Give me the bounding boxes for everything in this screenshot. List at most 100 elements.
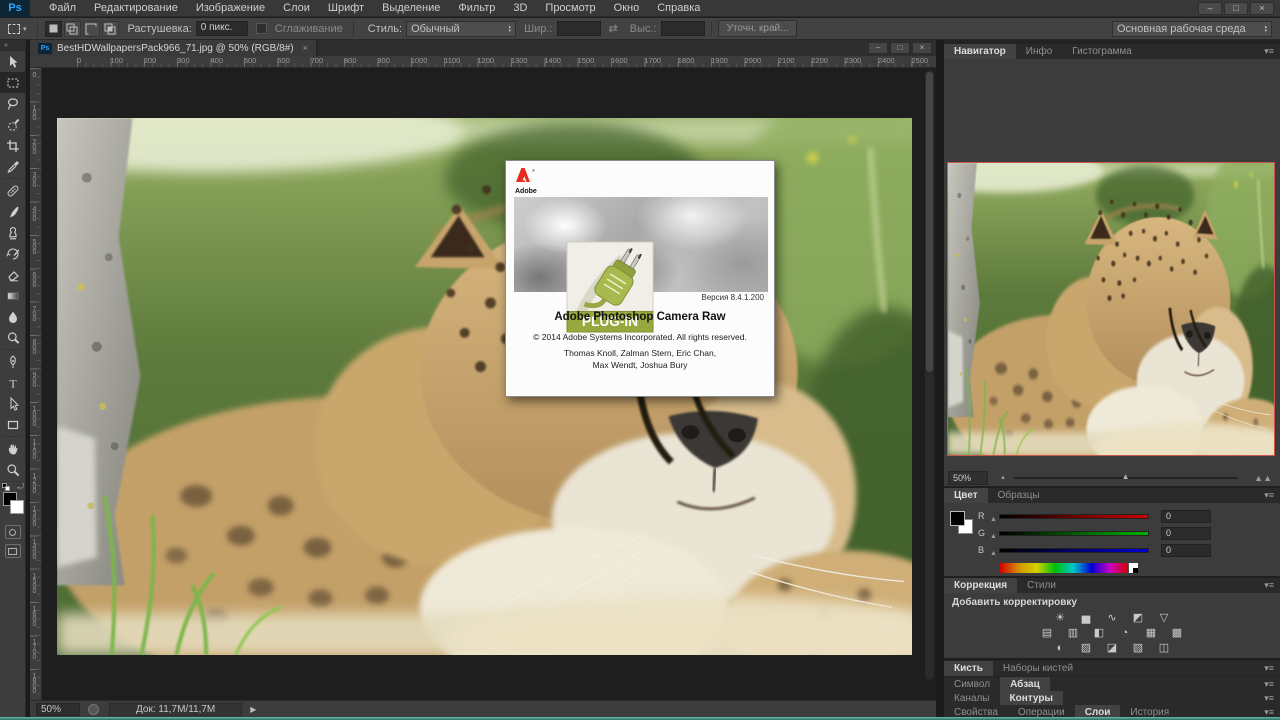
- navigator-zoom-input[interactable]: 50%: [948, 471, 988, 485]
- blue-slider[interactable]: [999, 548, 1149, 553]
- adjustment-icon[interactable]: ▨: [1078, 641, 1095, 655]
- add-to-selection-button[interactable]: [64, 21, 81, 37]
- restore-button[interactable]: □: [1224, 2, 1248, 15]
- spectrum-bw-swatch[interactable]: [1128, 563, 1138, 573]
- lasso-tool[interactable]: [0, 93, 26, 114]
- feather-input[interactable]: 0 пикс.: [196, 21, 248, 36]
- workspace-dropdown[interactable]: Основная рабочая среда ▴▾: [1112, 21, 1272, 37]
- status-sync-icon[interactable]: [88, 704, 99, 715]
- adjustment-icon[interactable]: ◐: [1052, 641, 1069, 655]
- gradient-tool[interactable]: [0, 285, 26, 306]
- menu-item[interactable]: Шрифт: [319, 0, 373, 17]
- green-slider[interactable]: [999, 531, 1149, 536]
- path-selection-tool[interactable]: [0, 393, 26, 414]
- quick-selection-tool[interactable]: [0, 114, 26, 135]
- panel-tab[interactable]: Стили: [1017, 578, 1066, 593]
- default-colors-icon[interactable]: [2, 483, 10, 491]
- quick-mask-button[interactable]: [5, 525, 21, 539]
- pen-tool[interactable]: [0, 351, 26, 372]
- swap-colors-icon[interactable]: ⤾: [17, 482, 24, 492]
- menu-item[interactable]: Выделение: [373, 0, 449, 17]
- panel-tab[interactable]: Символ: [944, 677, 1000, 692]
- antialias-checkbox[interactable]: [256, 23, 267, 34]
- vertical-ruler[interactable]: 0100200300400500600700800900100011001200…: [30, 68, 42, 700]
- adjustment-icon[interactable]: ▥: [1065, 626, 1082, 640]
- menu-item[interactable]: Просмотр: [536, 0, 604, 17]
- panel-tab[interactable]: Наборы кистей: [993, 661, 1083, 676]
- panel-tab[interactable]: Навигатор: [944, 44, 1016, 59]
- red-slider[interactable]: [999, 514, 1149, 519]
- menu-item[interactable]: Справка: [648, 0, 709, 17]
- rectangle-shape-tool[interactable]: [0, 414, 26, 435]
- brush-tool[interactable]: [0, 201, 26, 222]
- dodge-tool[interactable]: [0, 327, 26, 348]
- status-flyout-arrow[interactable]: ▶: [250, 705, 256, 714]
- adjustment-icon[interactable]: ◩: [1130, 611, 1147, 625]
- adjustment-icon[interactable]: ▦: [1143, 626, 1160, 640]
- horizontal-ruler[interactable]: 0100200300400500600700800900100011001200…: [30, 56, 936, 68]
- eyedropper-tool[interactable]: [0, 156, 26, 177]
- history-brush-tool[interactable]: [0, 243, 26, 264]
- adjustment-icon[interactable]: ◔: [1117, 626, 1134, 640]
- blur-tool[interactable]: [0, 306, 26, 327]
- adjustment-icon[interactable]: ◪: [1104, 641, 1121, 655]
- adjustment-icon[interactable]: ▤: [1039, 626, 1056, 640]
- zoom-in-icon[interactable]: ▲▲: [1254, 473, 1272, 483]
- menu-item[interactable]: Окно: [605, 0, 649, 17]
- toolbar-collapse-handle[interactable]: »: [0, 40, 25, 51]
- close-button[interactable]: ×: [1250, 2, 1274, 15]
- menu-item[interactable]: Слои: [274, 0, 319, 17]
- foreground-color-swatch[interactable]: [950, 511, 965, 526]
- doc-close-button[interactable]: ×: [912, 42, 932, 54]
- rectangular-marquee-tool[interactable]: [0, 72, 26, 93]
- adjustment-icon[interactable]: ∿: [1104, 611, 1121, 625]
- refine-edge-button[interactable]: Уточн. край...: [718, 20, 798, 37]
- menu-item[interactable]: Редактирование: [85, 0, 187, 17]
- hand-tool[interactable]: [0, 438, 26, 459]
- canvas-area[interactable]: [42, 68, 936, 700]
- zoom-out-icon[interactable]: ▲: [1000, 475, 1006, 481]
- move-tool[interactable]: [0, 51, 26, 72]
- panel-tab[interactable]: Абзац: [1000, 677, 1050, 692]
- blue-value-input[interactable]: 0: [1161, 544, 1211, 557]
- adjustment-icon[interactable]: ▩: [1169, 626, 1186, 640]
- panel-menu-icon[interactable]: ▾≡: [1264, 661, 1280, 676]
- document-tab[interactable]: Ps BestHDWallpapersPack966_71.jpg @ 50% …: [30, 40, 317, 56]
- doc-minimize-button[interactable]: –: [868, 42, 888, 54]
- adjustment-icon[interactable]: ☀: [1052, 611, 1069, 625]
- doc-maximize-button[interactable]: □: [890, 42, 910, 54]
- swap-dimensions-icon[interactable]: ⇄: [609, 22, 618, 35]
- vertical-scrollbar[interactable]: [925, 70, 934, 680]
- panel-menu-icon[interactable]: ▾≡: [1264, 691, 1280, 706]
- red-value-input[interactable]: 0: [1161, 510, 1211, 523]
- navigator-zoom-slider[interactable]: ▲: [1014, 477, 1238, 479]
- scrollbar-thumb[interactable]: [926, 72, 933, 372]
- clone-stamp-tool[interactable]: [0, 222, 26, 243]
- panel-tab[interactable]: Инфо: [1016, 44, 1063, 59]
- spot-healing-brush-tool[interactable]: [0, 180, 26, 201]
- panel-menu-icon[interactable]: ▾≡: [1264, 677, 1280, 692]
- height-input[interactable]: [661, 21, 705, 36]
- adjustment-icon[interactable]: ◫: [1156, 641, 1173, 655]
- panel-tab[interactable]: Контуры: [1000, 691, 1063, 706]
- new-selection-button[interactable]: [45, 21, 62, 37]
- slider-thumb[interactable]: ▲: [1122, 472, 1130, 481]
- tab-close-icon[interactable]: ×: [303, 43, 308, 53]
- navigator-proxy-view[interactable]: [947, 162, 1275, 456]
- adjustment-icon[interactable]: ◧: [1091, 626, 1108, 640]
- type-tool[interactable]: T: [0, 372, 26, 393]
- panel-tab[interactable]: Гистограмма: [1062, 44, 1142, 59]
- panel-tab[interactable]: Цвет: [944, 488, 988, 503]
- panel-tab[interactable]: Каналы: [944, 691, 1000, 706]
- minimize-button[interactable]: –: [1198, 2, 1222, 15]
- panel-tab[interactable]: Образцы: [988, 488, 1050, 503]
- status-zoom-input[interactable]: 50%: [36, 703, 80, 716]
- panel-menu-icon[interactable]: ▾≡: [1264, 578, 1280, 593]
- color-spectrum-ramp[interactable]: [1000, 563, 1128, 573]
- green-value-input[interactable]: 0: [1161, 527, 1211, 540]
- menu-item[interactable]: 3D: [504, 0, 536, 17]
- zoom-tool[interactable]: [0, 459, 26, 480]
- crop-tool[interactable]: [0, 135, 26, 156]
- slider-thumb[interactable]: ▲: [990, 516, 997, 523]
- panel-menu-icon[interactable]: ▾≡: [1264, 44, 1280, 59]
